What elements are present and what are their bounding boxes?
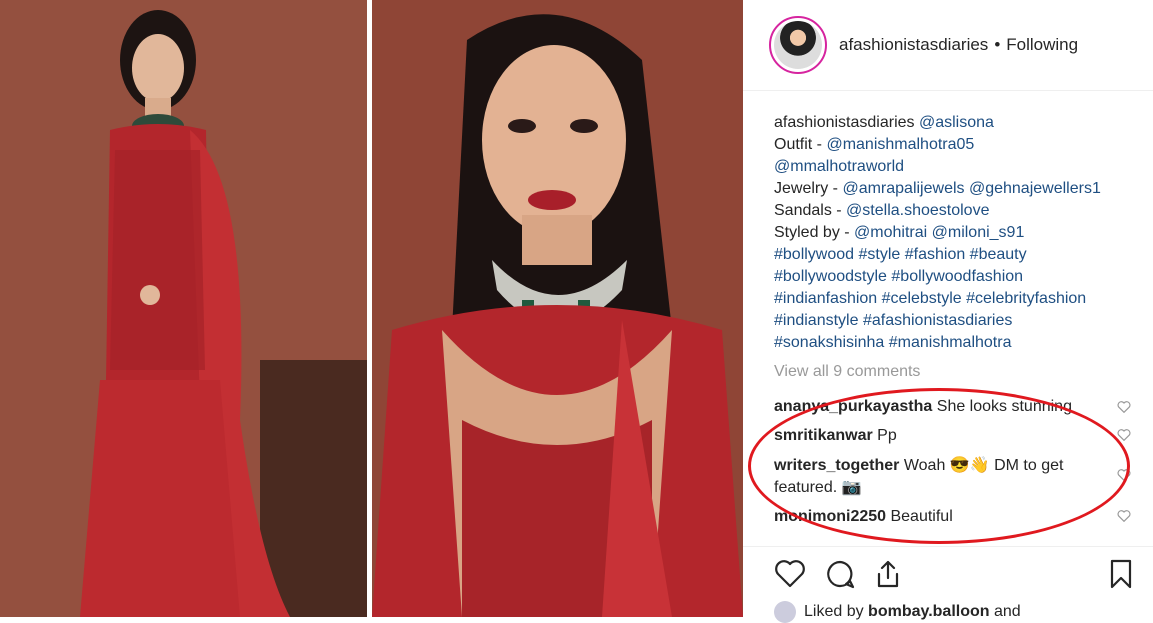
comment-text: She looks stunning <box>936 398 1072 415</box>
liked-by-user[interactable]: bombay.balloon <box>868 603 989 621</box>
caption-line: #sonakshisinha #manishmalhotra <box>774 332 1144 354</box>
caption-links[interactable]: @manishmalhotra05 <box>826 136 974 153</box>
post-photos <box>0 0 743 617</box>
share-icon[interactable] <box>872 558 904 590</box>
comment-like-heart-icon[interactable] <box>1117 428 1131 441</box>
caption-hashtags[interactable]: #indianfashion #celebstyle #celebrityfas… <box>774 290 1086 307</box>
caption-prefix: Sandals - <box>774 202 847 219</box>
caption-prefix: Jewelry - <box>774 180 843 197</box>
caption-line: #bollywood #style #fashion #beauty <box>774 244 1144 266</box>
comment-item: ananya_purkayastha She looks stunning <box>774 396 1104 418</box>
caption-line: Styled by - @mohitrai @miloni_s91 <box>774 222 1144 244</box>
caption-line: afashionistasdiaries @aslisona <box>774 112 1144 134</box>
comment-username[interactable]: ananya_purkayastha <box>774 398 932 415</box>
actions-divider <box>743 546 1153 547</box>
comment-text: Pp <box>877 427 897 444</box>
liker-avatar[interactable] <box>774 601 796 623</box>
post-header: afashionistasdiaries • Following <box>769 16 1078 74</box>
comment-icon[interactable] <box>824 558 856 590</box>
heart-icon[interactable] <box>774 558 806 590</box>
view-all-comments-link[interactable]: View all 9 comments <box>774 363 920 381</box>
caption-line: #indianfashion #celebstyle #celebrityfas… <box>774 288 1144 310</box>
avatar-image <box>774 21 822 69</box>
caption-links[interactable]: @stella.shoestolove <box>846 202 989 219</box>
post-photo-right <box>372 0 743 617</box>
caption-line: #indianstyle #afashionistasdiaries <box>774 310 1144 332</box>
comment-like-heart-icon[interactable] <box>1117 400 1131 413</box>
comment-item: monimoni2250 Beautiful <box>774 506 1104 528</box>
caption-line: Outfit - @manishmalhotra05 <box>774 134 1144 156</box>
caption-links[interactable]: @aslisona <box>919 114 994 131</box>
comment-like-heart-icon[interactable] <box>1117 468 1131 481</box>
caption-line: Sandals - @stella.shoestolove <box>774 200 1144 222</box>
caption-line: Jewelry - @amrapalijewels @gehnajeweller… <box>774 178 1144 200</box>
comment-username[interactable]: writers_together <box>774 457 899 474</box>
post-caption: afashionistasdiaries @aslisona Outfit - … <box>774 112 1144 354</box>
caption-line: #bollywoodstyle #bollywoodfashion <box>774 266 1144 288</box>
caption-hashtags[interactable]: #bollywood #style #fashion #beauty <box>774 246 1027 263</box>
comment-username[interactable]: monimoni2250 <box>774 508 886 525</box>
liked-by: Liked by bombay.balloon and <box>774 601 1021 623</box>
liked-by-suffix: and <box>993 603 1021 620</box>
caption-hashtags[interactable]: #bollywoodstyle #bollywoodfashion <box>774 268 1023 285</box>
bookmark-icon[interactable] <box>1105 558 1137 590</box>
photo-left-illustration <box>0 0 367 617</box>
comment-item: smritikanwar Pp <box>774 425 1104 447</box>
post-author: afashionistasdiaries • Following <box>839 35 1078 55</box>
caption-username[interactable]: afashionistasdiaries <box>774 114 915 131</box>
caption-prefix: Styled by - <box>774 224 855 241</box>
comment-item: writers_together Woah 😎👋 DM to get featu… <box>774 455 1104 499</box>
comment-like-heart-icon[interactable] <box>1117 509 1131 522</box>
post-side-panel: afashionistasdiaries • Following afashioni… <box>743 0 1153 623</box>
comment-username[interactable]: smritikanwar <box>774 427 873 444</box>
post-photo-left <box>0 0 367 617</box>
header-divider <box>743 90 1153 91</box>
avatar[interactable] <box>769 16 827 74</box>
caption-line: @mmalhotraworld <box>774 156 1144 178</box>
caption-links[interactable]: @amrapalijewels @gehnajewellers1 <box>842 180 1100 197</box>
caption-hashtags[interactable]: #sonakshisinha #manishmalhotra <box>774 334 1011 351</box>
photo-right-illustration <box>372 0 743 617</box>
liked-by-prefix: Liked by <box>804 603 864 620</box>
following-button[interactable]: Following <box>1006 35 1078 54</box>
separator-dot: • <box>994 35 1001 54</box>
caption-hashtags[interactable]: #indianstyle #afashionistasdiaries <box>774 312 1012 329</box>
post-actions <box>774 558 1132 592</box>
comment-text: Beautiful <box>890 508 953 525</box>
author-username[interactable]: afashionistasdiaries <box>839 35 988 54</box>
caption-links[interactable]: @mohitrai @miloni_s91 <box>854 224 1024 241</box>
caption-prefix: Outfit - <box>774 136 827 153</box>
caption-links[interactable]: @mmalhotraworld <box>774 158 904 175</box>
